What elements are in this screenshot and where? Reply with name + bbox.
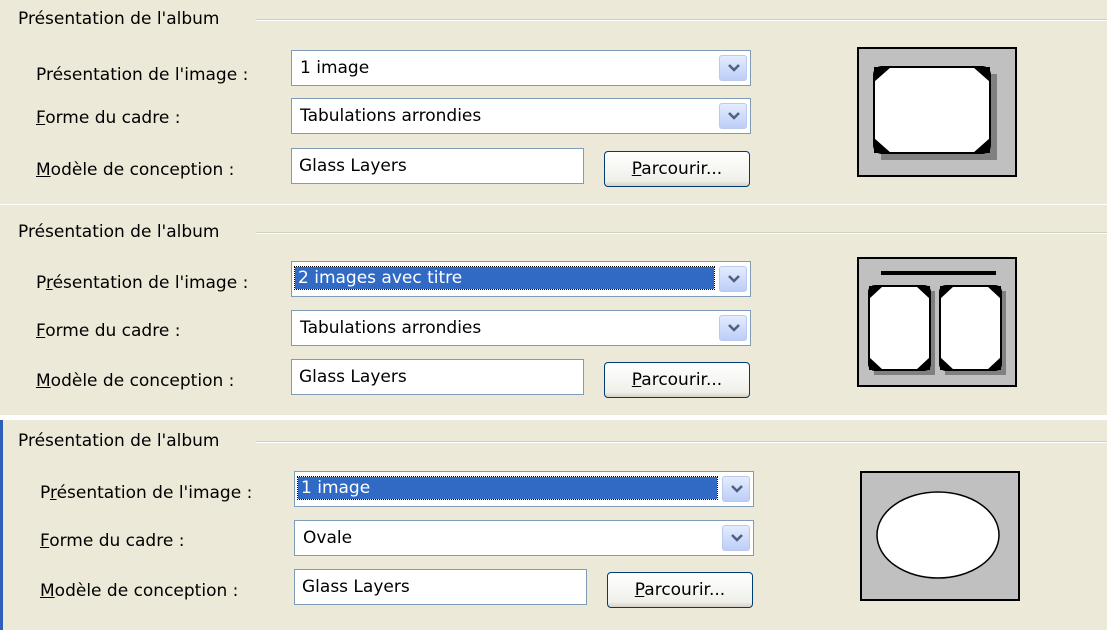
image-layout-dropdown[interactable]: 1 image bbox=[291, 50, 751, 86]
browse-button[interactable]: Parcourir... bbox=[604, 151, 750, 187]
browse-button[interactable]: Parcourir... bbox=[607, 572, 753, 608]
album-layout-legend: Présentation de l'album bbox=[18, 431, 220, 451]
layout-preview-single-image bbox=[857, 47, 1017, 177]
frame-shape-value: Tabulations arrondies bbox=[300, 318, 482, 338]
frame-shape-dropdown[interactable]: Tabulations arrondies bbox=[291, 98, 751, 134]
chevron-down-icon[interactable] bbox=[722, 525, 750, 551]
image-layout-value: 1 image bbox=[300, 58, 370, 78]
album-layout-panel-3: Présentation de l'album Présentation de … bbox=[0, 420, 1107, 630]
theme-value: Glass Layers bbox=[302, 577, 410, 597]
frame-shape-dropdown[interactable]: Tabulations arrondies bbox=[291, 310, 751, 346]
chevron-down-icon[interactable] bbox=[719, 55, 747, 81]
image-layout-value: 2 images avec titre bbox=[294, 266, 715, 290]
frame-shape-label: Forme du cadre : bbox=[36, 108, 181, 128]
layout-preview-two-images-with-title bbox=[857, 257, 1017, 387]
image-layout-dropdown[interactable]: 2 images avec titre bbox=[291, 261, 751, 297]
chevron-down-icon[interactable] bbox=[719, 103, 747, 129]
frame-shape-value: Ovale bbox=[303, 528, 353, 548]
theme-label: Modèle de conception : bbox=[36, 160, 235, 180]
album-layout-panel-2: Présentation de l'album Présentation de … bbox=[0, 205, 1107, 415]
frame-shape-dropdown[interactable]: Ovale bbox=[294, 520, 754, 556]
frame-shape-label: Forme du cadre : bbox=[36, 321, 181, 341]
image-layout-dropdown[interactable]: 1 image bbox=[294, 471, 754, 507]
theme-input[interactable]: Glass Layers bbox=[291, 148, 584, 184]
theme-input[interactable]: Glass Layers bbox=[291, 359, 584, 395]
image-layout-label: Présentation de l'image : bbox=[40, 483, 253, 503]
theme-value: Glass Layers bbox=[299, 367, 407, 387]
frame-shape-label: Forme du cadre : bbox=[40, 531, 185, 551]
window-edge bbox=[0, 420, 3, 630]
image-layout-value: 1 image bbox=[297, 476, 718, 500]
album-layout-legend: Présentation de l'album bbox=[18, 222, 220, 242]
frame-shape-value: Tabulations arrondies bbox=[300, 106, 482, 126]
chevron-down-icon[interactable] bbox=[719, 315, 747, 341]
chevron-down-icon[interactable] bbox=[722, 476, 750, 502]
chevron-down-icon[interactable] bbox=[719, 266, 747, 292]
theme-label: Modèle de conception : bbox=[40, 581, 239, 601]
layout-preview-oval-frame bbox=[860, 471, 1020, 601]
album-layout-panel-1: Présentation de l'album Présentation de … bbox=[0, 0, 1107, 204]
theme-label: Modèle de conception : bbox=[36, 371, 235, 391]
image-layout-label: Présentation de l'image : bbox=[36, 273, 249, 293]
theme-value: Glass Layers bbox=[299, 156, 407, 176]
image-layout-label: Présentation de l'image : bbox=[36, 65, 249, 85]
browse-button[interactable]: Parcourir... bbox=[604, 362, 750, 398]
album-layout-legend: Présentation de l'album bbox=[18, 9, 220, 29]
theme-input[interactable]: Glass Layers bbox=[294, 569, 587, 605]
